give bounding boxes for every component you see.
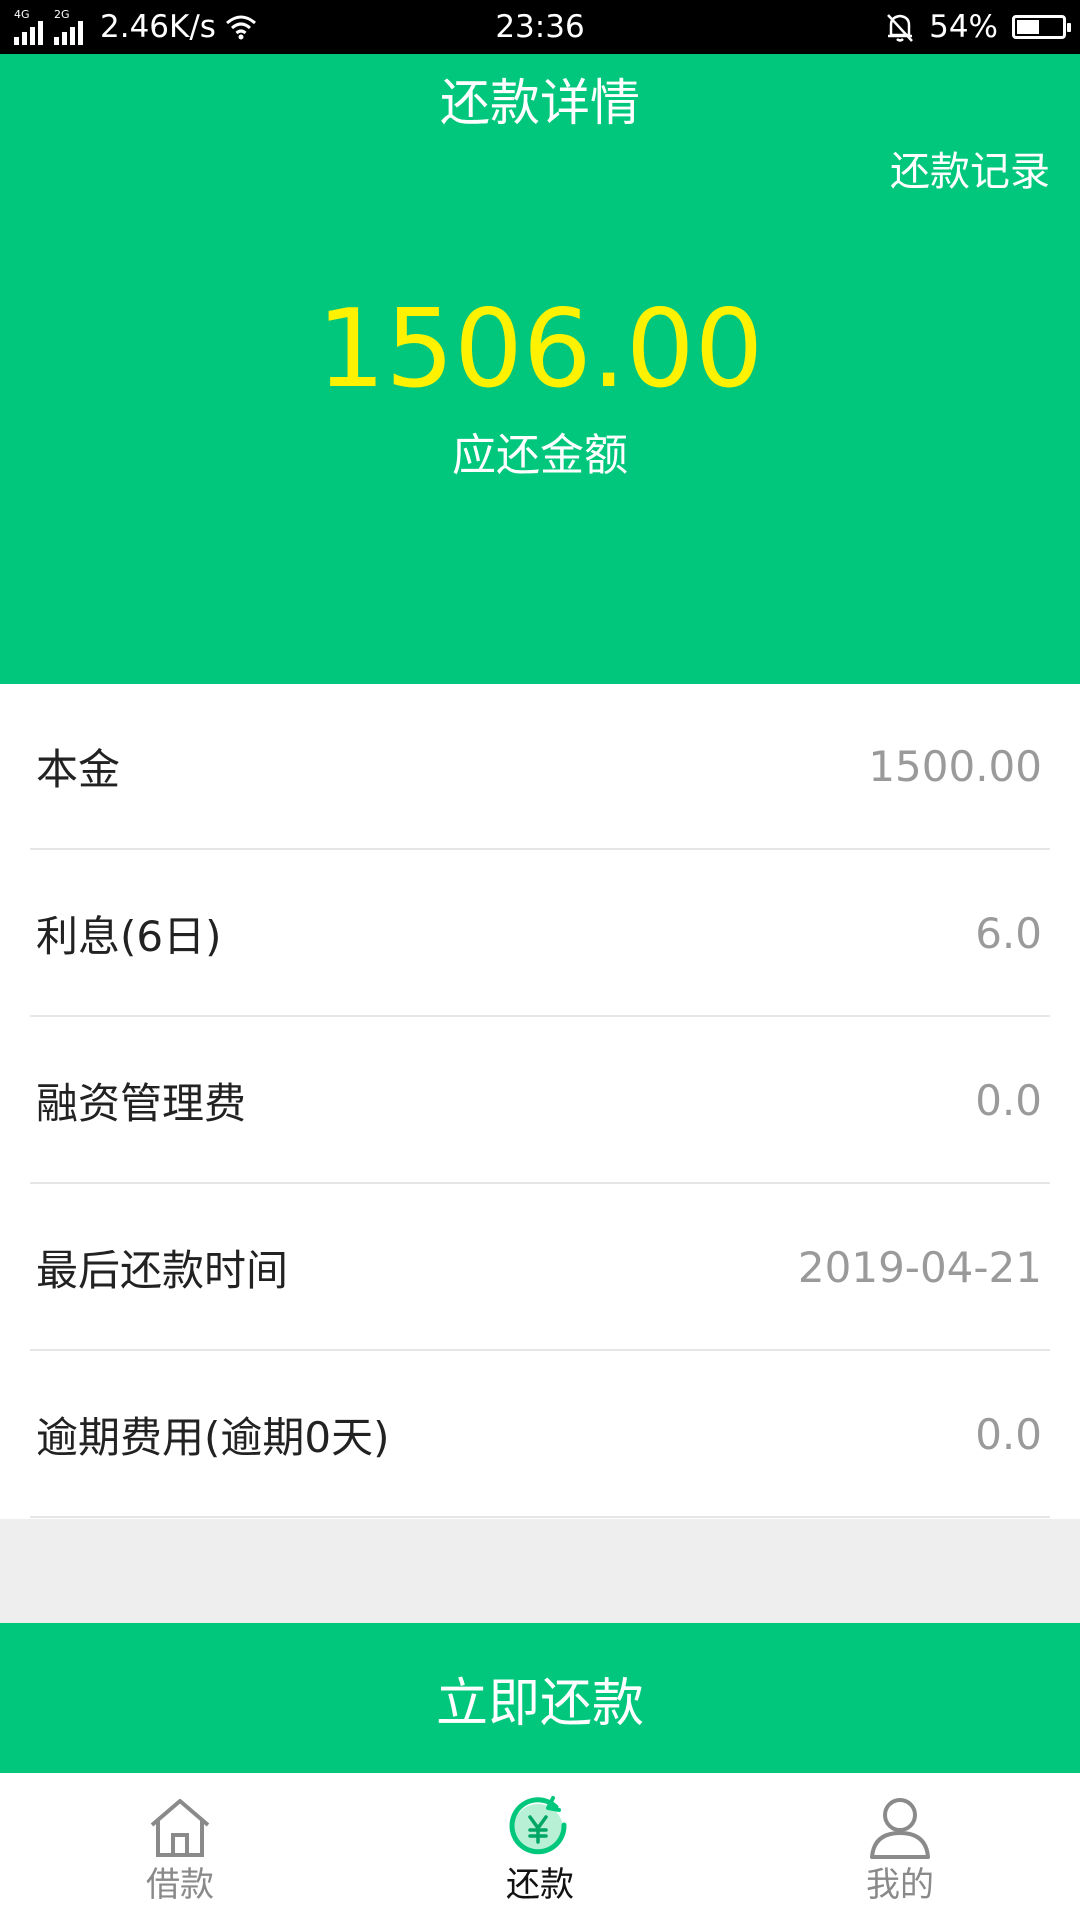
detail-label: 利息(6日) <box>36 911 222 961</box>
detail-label: 本金 <box>36 744 121 794</box>
detail-row-overdue-fee: 逾期费用(逾期0天) 0.0 <box>30 1352 1050 1518</box>
detail-value: 0.0 <box>975 1409 1042 1459</box>
detail-label: 逾期费用(逾期0天) <box>36 1412 390 1462</box>
spacer <box>0 1519 1080 1623</box>
battery-icon <box>1012 15 1071 39</box>
page-title: 还款详情 <box>440 74 640 132</box>
bell-muted-icon <box>887 14 914 42</box>
detail-label: 最后还款时间 <box>36 1245 289 1295</box>
detail-label: 融资管理费 <box>36 1078 247 1128</box>
amount-due-label: 应还金额 <box>452 430 628 481</box>
status-bar: 4G 2G 2.46K/s 23:36 54% <box>0 0 1080 54</box>
status-right: 54% <box>885 0 1071 54</box>
nav-item-borrow[interactable]: 借款 <box>0 1773 360 1920</box>
detail-row-management-fee: 融资管理费 0.0 <box>30 1018 1050 1184</box>
detail-row-principal: 本金 1500.00 <box>30 684 1050 850</box>
nav-item-repay[interactable]: 还款 <box>360 1773 720 1920</box>
amount-due: 1506.00 <box>316 287 764 412</box>
repay-icon <box>509 1796 567 1855</box>
battery-percent: 54% <box>929 9 998 45</box>
detail-value: 1500.00 <box>868 741 1042 791</box>
bottom-nav: 借款 还款 我的 <box>0 1773 1080 1920</box>
detail-value: 2019-04-21 <box>797 1242 1042 1292</box>
detail-row-interest: 利息(6日) 6.0 <box>30 851 1050 1017</box>
detail-row-due-date: 最后还款时间 2019-04-21 <box>30 1185 1050 1351</box>
detail-value: 0.0 <box>975 1075 1042 1125</box>
battery-level <box>1017 20 1039 34</box>
nav-label: 我的 <box>866 1865 934 1905</box>
nav-item-mine[interactable]: 我的 <box>720 1773 1080 1920</box>
repayment-details-list: 本金 1500.00 利息(6日) 6.0 融资管理费 0.0 最后还款时间 2… <box>0 684 1080 1519</box>
user-icon <box>870 1798 930 1859</box>
repayment-header: 还款详情 还款记录 1506.00 应还金额 <box>0 54 1080 684</box>
repayment-record-link[interactable]: 还款记录 <box>890 142 1050 202</box>
nav-label: 借款 <box>146 1865 214 1905</box>
repay-now-button[interactable]: 立即还款 <box>0 1623 1080 1773</box>
detail-value: 6.0 <box>975 908 1042 958</box>
nav-label: 还款 <box>506 1865 574 1905</box>
home-icon <box>150 1799 210 1857</box>
